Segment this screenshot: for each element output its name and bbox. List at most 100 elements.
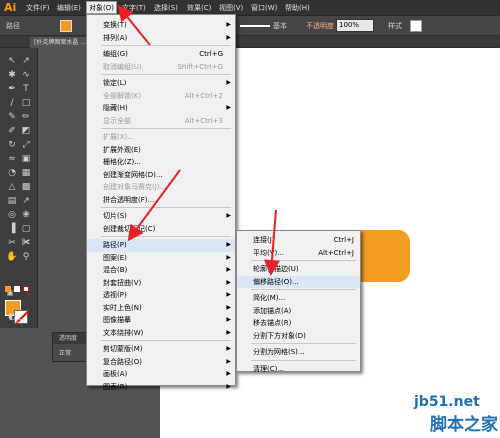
path-submenu: 连接(J) Ctrl+J 平均(V)... Alt+Ctrl+J 轮廓化描边(U) 偏移路… bbox=[236, 230, 361, 373]
gradient-mode-icon[interactable] bbox=[14, 286, 20, 292]
submenu-arrow-icon: ▶ bbox=[226, 104, 231, 111]
menu-file[interactable]: 文件(F) bbox=[26, 3, 50, 13]
rotate-tool-icon[interactable]: ↻ bbox=[6, 140, 18, 151]
eraser-alt-icon[interactable]: ✀ bbox=[20, 238, 32, 249]
object-menu-item-label: 图表(R) bbox=[103, 382, 128, 391]
object-menu-item[interactable]: 图案(E) ▶ bbox=[87, 252, 235, 265]
document-tab[interactable]: [扑克牌图案水晶 ... bbox=[30, 37, 90, 48]
lasso-icon[interactable]: ∿ bbox=[20, 70, 32, 81]
type-tool-icon[interactable]: T bbox=[20, 84, 32, 95]
path-submenu-item[interactable]: 轮廓化描边(U) bbox=[237, 263, 360, 276]
object-menu-item-label: 实时上色(N) bbox=[103, 303, 142, 312]
object-menu-item[interactable]: 显示全部 Alt+Ctrl+3 bbox=[87, 115, 235, 128]
width-tool-icon[interactable]: ≈ bbox=[6, 154, 18, 165]
menu-type[interactable]: 文字(T) bbox=[122, 3, 146, 13]
gradient-tool-icon[interactable]: ▤ bbox=[6, 196, 18, 207]
path-submenu-item[interactable]: 平均(V)... Alt+Ctrl+J bbox=[237, 247, 360, 260]
object-menu-item[interactable]: 全部解锁(K) Alt+Ctrl+2 bbox=[87, 90, 235, 103]
blend-tool-icon[interactable]: ◎ bbox=[6, 210, 18, 221]
opacity-field[interactable]: 100% bbox=[336, 19, 374, 32]
opacity-label[interactable]: 不透明度 bbox=[306, 21, 334, 31]
path-submenu-item[interactable]: 简化(M)... bbox=[237, 292, 360, 305]
object-menu-item[interactable]: 实时上色(N) ▶ bbox=[87, 302, 235, 315]
free-transform-icon[interactable]: ▣ bbox=[20, 154, 32, 165]
path-submenu-item[interactable]: 偏移路径(O)... bbox=[237, 275, 360, 288]
menu-window[interactable]: 窗口(W) bbox=[251, 3, 277, 13]
object-menu-item[interactable]: 扩展(X)... bbox=[87, 131, 235, 144]
object-menu-item[interactable]: 栅格化(Z)... bbox=[87, 156, 235, 169]
menu-effect[interactable]: 效果(C) bbox=[187, 3, 211, 13]
menu-object[interactable]: 对象(O) bbox=[86, 1, 117, 14]
path-submenu-item[interactable]: 清理(C)... bbox=[237, 363, 360, 376]
submenu-arrow-icon: ▶ bbox=[226, 328, 231, 336]
object-menu-item[interactable]: 图表(R) ▶ bbox=[87, 381, 235, 394]
object-menu-item[interactable]: 变换(T) ▶ bbox=[87, 19, 235, 32]
screen-mode-icon[interactable]: ▭ bbox=[14, 316, 26, 327]
scale-tool-icon[interactable]: ⤢ bbox=[20, 140, 32, 151]
object-menu-item[interactable]: 排列(A) ▶ bbox=[87, 32, 235, 45]
object-menu-item-label: 扩展外观(E) bbox=[103, 145, 141, 154]
object-menu-item[interactable]: 混合(B) ▶ bbox=[87, 264, 235, 277]
direct-selection-icon[interactable]: ↗ bbox=[20, 56, 32, 67]
eraser-icon[interactable]: ◩ bbox=[20, 126, 32, 137]
mesh-tool-icon[interactable]: ▩ bbox=[20, 182, 32, 193]
object-menu-item-label: 显示全部 bbox=[103, 116, 131, 125]
object-menu-item[interactable]: 创建对象马赛克(J)... bbox=[87, 181, 235, 194]
hand-tool-icon[interactable]: ✋ bbox=[6, 252, 18, 263]
path-submenu-item[interactable]: 分割为网格(S)... bbox=[237, 346, 360, 359]
object-menu-item[interactable]: 取消编组(U) Shift+Ctrl+G bbox=[87, 61, 235, 74]
menu-separator bbox=[251, 260, 356, 261]
paintbrush-icon[interactable]: ✎ bbox=[6, 112, 18, 123]
live-paint-icon[interactable]: ▦ bbox=[20, 168, 32, 179]
object-menu-item[interactable]: 剪切蒙版(M) ▶ bbox=[87, 343, 235, 356]
object-menu-item[interactable]: 封套扭曲(V) ▶ bbox=[87, 277, 235, 290]
fill-color-swatch[interactable] bbox=[60, 20, 72, 32]
perspective-grid-icon[interactable]: △ bbox=[6, 182, 18, 193]
artboard-tool-icon[interactable]: ▢ bbox=[20, 224, 32, 235]
column-graph-icon[interactable]: ▐ bbox=[6, 224, 18, 235]
pen-tool-icon[interactable]: ✒ bbox=[6, 84, 18, 95]
object-menu-item[interactable]: 编组(G) Ctrl+G bbox=[87, 48, 235, 61]
menu-help[interactable]: 帮助(H) bbox=[285, 3, 310, 13]
rectangle-tool-icon[interactable]: □ bbox=[20, 98, 32, 109]
path-submenu-item[interactable]: 添加锚点(A) bbox=[237, 305, 360, 318]
object-menu-item[interactable]: 路径(P) ▶ bbox=[87, 239, 235, 252]
zoom-tool-icon[interactable]: ⚲ bbox=[20, 252, 32, 263]
none-mode-icon[interactable] bbox=[23, 286, 29, 292]
blend-mode-select[interactable]: 正常 bbox=[59, 348, 71, 357]
eyedropper-icon[interactable]: ↗ bbox=[20, 196, 32, 207]
stroke-style-label[interactable]: 基本 bbox=[273, 21, 287, 31]
menu-select[interactable]: 选择(S) bbox=[154, 3, 178, 13]
object-menu-item[interactable]: 隐藏(H) ▶ bbox=[87, 102, 235, 115]
slice-tool-icon[interactable]: ✂ bbox=[6, 238, 18, 249]
path-submenu-item[interactable]: 连接(J) Ctrl+J bbox=[237, 234, 360, 247]
menu-view[interactable]: 视图(V) bbox=[219, 3, 243, 13]
object-menu-item[interactable]: 透视(P) ▶ bbox=[87, 289, 235, 302]
object-menu-item[interactable]: 拼合透明度(F)... bbox=[87, 194, 235, 207]
object-menu-item-shortcut: Ctrl+G bbox=[199, 50, 223, 58]
object-menu-item[interactable]: 图像描摹 ▶ bbox=[87, 314, 235, 327]
path-submenu-item-shortcut: Ctrl+J bbox=[333, 236, 354, 244]
object-menu-item[interactable]: 创建裁切标记(C) bbox=[87, 223, 235, 236]
object-menu-item[interactable]: 切片(S) ▶ bbox=[87, 210, 235, 223]
color-mode-icon[interactable] bbox=[5, 286, 11, 292]
path-submenu-item[interactable]: 移去锚点(R) bbox=[237, 317, 360, 330]
selection-tool-icon[interactable]: ↖ bbox=[6, 56, 18, 67]
object-menu-item[interactable]: 画板(A) ▶ bbox=[87, 368, 235, 381]
blob-brush-icon[interactable]: ✐ bbox=[6, 126, 18, 137]
object-menu-item[interactable]: 锁定(L) ▶ bbox=[87, 77, 235, 90]
shape-builder-icon[interactable]: ◔ bbox=[6, 168, 18, 179]
style-swatch[interactable] bbox=[410, 20, 422, 32]
object-menu-item-label: 排列(A) bbox=[103, 33, 128, 42]
line-tool-icon[interactable]: ∕ bbox=[6, 98, 18, 109]
menu-edit[interactable]: 编辑(E) bbox=[57, 3, 81, 13]
object-menu-item[interactable]: 扩展外观(E) bbox=[87, 144, 235, 157]
magic-wand-icon[interactable]: ✱ bbox=[6, 70, 18, 81]
object-menu-item-label: 锁定(L) bbox=[103, 79, 127, 87]
object-menu-item[interactable]: 文本绕排(W) ▶ bbox=[87, 327, 235, 340]
object-menu-item[interactable]: 创建渐变网格(D)... bbox=[87, 169, 235, 182]
object-menu-item[interactable]: 复合路径(O) ▶ bbox=[87, 356, 235, 369]
symbol-sprayer-icon[interactable]: ❀ bbox=[20, 210, 32, 221]
path-submenu-item[interactable]: 分割下方对象(D) bbox=[237, 330, 360, 343]
pencil-icon[interactable]: ✏ bbox=[20, 112, 32, 123]
